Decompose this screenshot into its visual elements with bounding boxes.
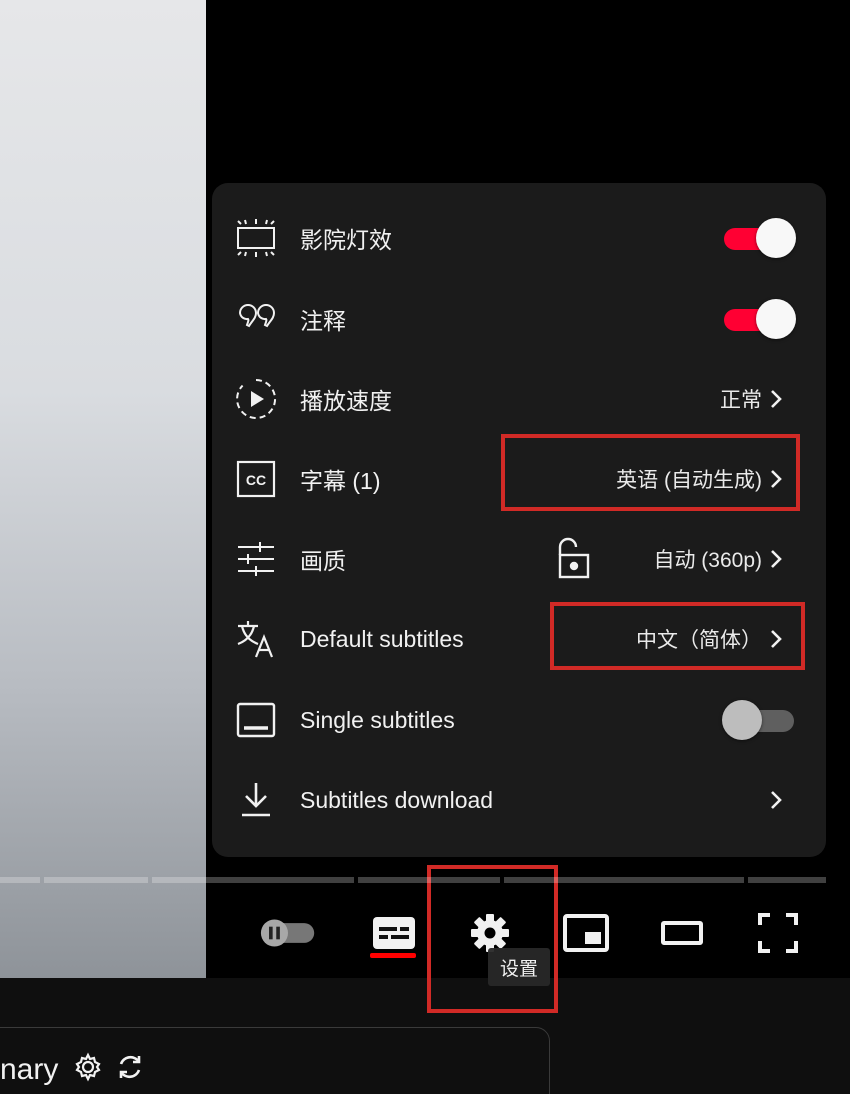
subtitles-icon <box>373 917 415 949</box>
translate-icon <box>234 617 278 661</box>
menu-item-single-subtitles[interactable]: Single subtitles <box>212 680 826 760</box>
menu-label-single-subtitles: Single subtitles <box>300 706 455 733</box>
menu-label-ambient-mode: 影院灯效 <box>300 227 392 253</box>
menu-label-subtitles: 字幕 (1) <box>300 468 381 494</box>
refresh-icon[interactable] <box>115 1052 145 1090</box>
fullscreen-icon <box>758 913 798 953</box>
fullscreen-button[interactable] <box>750 905 806 961</box>
single-subtitles-icon <box>234 698 278 742</box>
menu-label-annotations: 注释 <box>300 308 346 334</box>
menu-label-playback-speed: 播放速度 <box>300 388 392 414</box>
settings-menu: 影院灯效 注释 播放速度 正常 CC 字幕 (1) 英语 (自动生成) 画质 自… <box>212 183 826 857</box>
autoplay-toggle-icon <box>260 919 315 947</box>
ambient-mode-toggle[interactable] <box>722 218 796 258</box>
svg-text:CC: CC <box>246 472 266 488</box>
miniplayer-button[interactable] <box>558 905 614 961</box>
summary-text: nary <box>0 1052 145 1090</box>
menu-item-subtitles-download[interactable]: Subtitles download <box>212 760 826 840</box>
menu-item-ambient-mode[interactable]: 影院灯效 <box>212 198 826 278</box>
menu-label-default-subtitles: Default subtitles <box>300 625 464 652</box>
unlock-icon <box>552 537 592 586</box>
playback-speed-icon <box>234 377 278 421</box>
subtitles-active-indicator <box>370 953 416 958</box>
annotations-icon <box>234 297 278 341</box>
autoplay-toggle[interactable] <box>260 905 316 961</box>
menu-item-annotations[interactable]: 注释 <box>212 279 826 359</box>
menu-item-playback-speed[interactable]: 播放速度 正常 <box>212 359 826 439</box>
chevron-right-icon <box>771 791 782 809</box>
highlight-box-default-subtitles <box>550 602 805 670</box>
download-icon <box>234 778 278 822</box>
menu-item-quality[interactable]: 画质 自动 (360p) <box>212 519 826 599</box>
gear-icon[interactable] <box>73 1052 103 1090</box>
highlight-box-subtitles <box>501 434 800 511</box>
chevron-right-icon <box>771 390 782 408</box>
settings-tooltip: 设置 <box>488 948 550 986</box>
single-subtitles-toggle[interactable] <box>722 700 796 740</box>
quality-value: 自动 (360p) <box>653 549 762 572</box>
ambient-mode-icon <box>234 216 278 260</box>
progress-bar[interactable] <box>0 877 826 883</box>
playback-speed-value: 正常 <box>720 389 762 412</box>
theater-mode-button[interactable] <box>654 905 710 961</box>
video-frame[interactable] <box>0 0 206 978</box>
menu-label-quality: 画质 <box>300 548 346 574</box>
summary-label: nary <box>0 1052 59 1086</box>
quality-sliders-icon <box>234 537 278 581</box>
chevron-right-icon <box>771 550 782 568</box>
subtitles-cc-icon: CC <box>234 457 278 501</box>
player-root: 影院灯效 注释 播放速度 正常 CC 字幕 (1) 英语 (自动生成) 画质 自… <box>0 0 850 1094</box>
annotations-toggle[interactable] <box>722 299 796 339</box>
miniplayer-icon <box>563 914 609 952</box>
menu-label-subtitles-download: Subtitles download <box>300 786 494 813</box>
theater-mode-icon <box>661 921 703 945</box>
